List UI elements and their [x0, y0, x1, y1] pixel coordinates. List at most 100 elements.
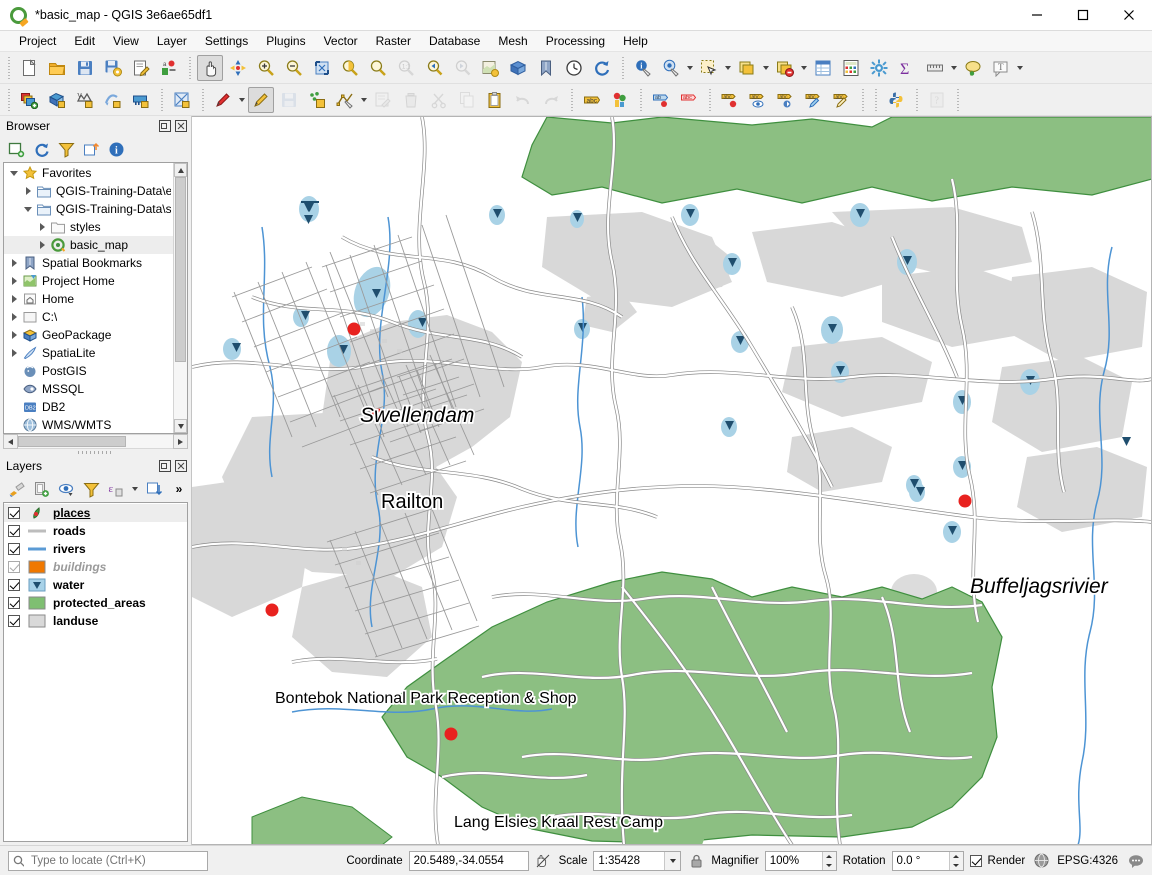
- field-calculator-icon[interactable]: [838, 55, 864, 81]
- filter-legend-icon[interactable]: [80, 478, 102, 500]
- new-virtual-layer-icon[interactable]: [169, 87, 195, 113]
- map-annotation-icon[interactable]: [960, 55, 986, 81]
- expression-filter-icon[interactable]: ε: [105, 478, 127, 500]
- pan-map-icon[interactable]: [197, 55, 223, 81]
- pin-labels-icon[interactable]: ab: [648, 87, 674, 113]
- layer-visibility-checkbox[interactable]: [8, 561, 20, 573]
- browser-tree-item-spatial-bookmarks[interactable]: Spatial Bookmarks: [4, 254, 173, 272]
- toggle-extents-icon[interactable]: [535, 853, 553, 868]
- minimize-button[interactable]: [1014, 0, 1060, 31]
- data-source-manager-icon[interactable]: [16, 87, 42, 113]
- browser-tree-item-qgis-training-data-e[interactable]: QGIS-Training-Data\e: [4, 182, 173, 200]
- menu-processing[interactable]: Processing: [537, 32, 614, 50]
- coordinate-value[interactable]: 20.5489,-34.0554: [409, 851, 529, 871]
- browser-tree-item-favorites[interactable]: Favorites: [4, 164, 173, 182]
- undo-icon[interactable]: [510, 87, 536, 113]
- expand-all-icon[interactable]: [143, 478, 165, 500]
- add-layer-to-project-icon[interactable]: [5, 138, 27, 160]
- select-value-icon[interactable]: [772, 55, 798, 81]
- expander-closed-icon[interactable]: [7, 254, 21, 272]
- zoom-native-icon[interactable]: 1:1: [393, 55, 419, 81]
- new-map-view-icon[interactable]: [477, 55, 503, 81]
- menu-help[interactable]: Help: [614, 32, 657, 50]
- text-annotation-dropdown-caret[interactable]: [1015, 55, 1025, 81]
- paste-features-icon[interactable]: [482, 87, 508, 113]
- browser-undock-icon[interactable]: [158, 120, 171, 133]
- layer-item-water[interactable]: water: [4, 576, 187, 594]
- redo-icon[interactable]: [538, 87, 564, 113]
- move-label-icon[interactable]: abc: [717, 87, 743, 113]
- map-tips-dropdown-caret[interactable]: [685, 55, 695, 81]
- temporal-controller-icon[interactable]: [561, 55, 587, 81]
- select-dropdown-caret[interactable]: [723, 55, 733, 81]
- change-label-icon[interactable]: abc: [801, 87, 827, 113]
- refresh-icon[interactable]: [589, 55, 615, 81]
- save-project-as-icon[interactable]: [100, 55, 126, 81]
- python-console-icon[interactable]: [883, 87, 909, 113]
- expander-closed-icon[interactable]: [7, 326, 21, 344]
- menu-project[interactable]: Project: [10, 32, 65, 50]
- add-point-feature-icon[interactable]: [304, 87, 330, 113]
- browser-scroll-thumb[interactable]: [175, 177, 186, 362]
- browser-tree-item-home[interactable]: Home: [4, 290, 173, 308]
- menu-database[interactable]: Database: [420, 32, 489, 50]
- current-edits-icon[interactable]: [210, 87, 236, 113]
- layer-visibility-checkbox[interactable]: [8, 543, 20, 555]
- select-features-icon[interactable]: [696, 55, 722, 81]
- text-annotation-icon[interactable]: T: [988, 55, 1014, 81]
- crs-value[interactable]: EPSG:4326: [1057, 855, 1118, 867]
- zoom-next-icon[interactable]: [449, 55, 475, 81]
- layer-visibility-checkbox[interactable]: [8, 507, 20, 519]
- layer-item-protected_areas[interactable]: protected_areas: [4, 594, 187, 612]
- zoom-selection-icon[interactable]: [337, 55, 363, 81]
- expander-closed-icon[interactable]: [7, 272, 21, 290]
- browser-vertical-scrollbar[interactable]: [173, 163, 187, 433]
- diagram-icon[interactable]: [607, 87, 633, 113]
- current-edits-caret[interactable]: [237, 87, 247, 113]
- layer-visibility-checkbox[interactable]: [8, 597, 20, 609]
- open-attribute-table-icon[interactable]: [810, 55, 836, 81]
- layer-visibility-checkbox[interactable]: [8, 579, 20, 591]
- browser-hscroll-left-arrow[interactable]: [3, 434, 18, 449]
- map-canvas[interactable]: Swellendam Swellendam Railton Railton Bu…: [192, 116, 1152, 845]
- menu-layer[interactable]: Layer: [148, 32, 196, 50]
- help-icon[interactable]: ?: [924, 87, 950, 113]
- toggle-editing-icon[interactable]: [248, 87, 274, 113]
- more-options-icon[interactable]: »: [168, 478, 190, 500]
- layer-item-places[interactable]: places: [4, 504, 187, 522]
- menu-raster[interactable]: Raster: [367, 32, 420, 50]
- layers-close-icon[interactable]: [174, 460, 187, 473]
- select-value-dropdown-caret[interactable]: [799, 55, 809, 81]
- map-tips-icon[interactable]: [658, 55, 684, 81]
- measure-dropdown-caret[interactable]: [949, 55, 959, 81]
- close-button[interactable]: [1106, 0, 1152, 31]
- pan-to-selection-icon[interactable]: [225, 55, 251, 81]
- zoom-layer-icon[interactable]: [365, 55, 391, 81]
- browser-tree-item-geopackage[interactable]: GeoPackage: [4, 326, 173, 344]
- add-raster-layer-icon[interactable]: V: [72, 87, 98, 113]
- menu-settings[interactable]: Settings: [196, 32, 257, 50]
- expander-closed-icon[interactable]: [7, 290, 21, 308]
- magnifier-spin-buttons[interactable]: [822, 852, 836, 870]
- expression-filter-caret[interactable]: [130, 476, 140, 502]
- zoom-in-icon[interactable]: [253, 55, 279, 81]
- crs-globe-icon[interactable]: [1031, 853, 1051, 868]
- browser-tree-item-mssql[interactable]: MSSQL: [4, 380, 173, 398]
- expander-closed-icon[interactable]: [21, 182, 35, 200]
- statistical-summary-icon[interactable]: Σ: [894, 55, 920, 81]
- vertex-tool-caret[interactable]: [359, 87, 369, 113]
- browser-tree-item-postgis[interactable]: PostGIS: [4, 362, 173, 380]
- render-checkbox[interactable]: [970, 855, 982, 867]
- menu-view[interactable]: View: [104, 32, 148, 50]
- browser-hscroll-track[interactable]: [18, 434, 173, 449]
- browser-tree[interactable]: FavoritesQGIS-Training-Data\eQGIS-Traini…: [3, 162, 188, 434]
- delete-selected-icon[interactable]: [398, 87, 424, 113]
- save-layer-edits-icon[interactable]: [276, 87, 302, 113]
- layer-item-rivers[interactable]: rivers: [4, 540, 187, 558]
- menu-edit[interactable]: Edit: [65, 32, 104, 50]
- highlight-labels-icon[interactable]: abc: [676, 87, 702, 113]
- layers-tree[interactable]: placesroadsriversbuildingswaterprotected…: [3, 502, 188, 842]
- expander-closed-icon[interactable]: [7, 308, 21, 326]
- open-project-icon[interactable]: [44, 55, 70, 81]
- expander-closed-icon[interactable]: [35, 236, 49, 254]
